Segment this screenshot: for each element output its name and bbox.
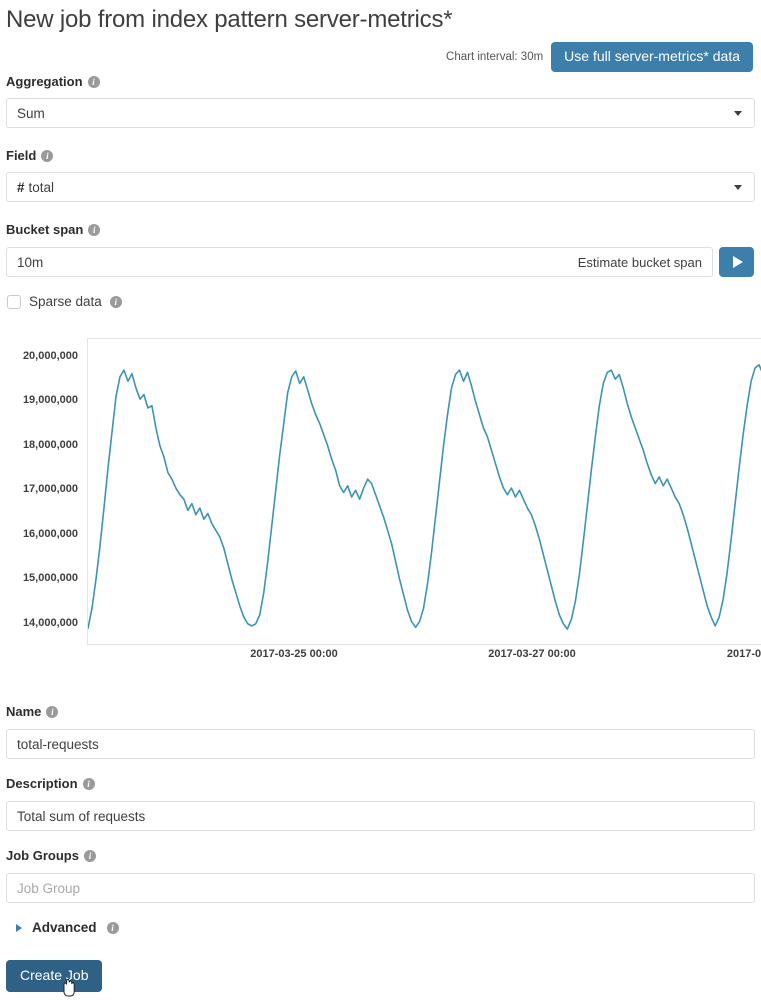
sparse-data-label: Sparse data	[29, 294, 102, 309]
name-value: total-requests	[17, 736, 99, 752]
chart-x-tick: 2017-03-27 00:00	[488, 648, 576, 660]
field-value: # total	[17, 180, 734, 195]
estimate-bucket-span-link[interactable]: Estimate bucket span	[578, 255, 702, 270]
job-groups-label: Job Groups i	[6, 848, 96, 863]
bucket-span-value: 10m	[17, 254, 44, 270]
field-label-text: Field	[6, 148, 37, 163]
new-job-page: New job from index pattern server-metric…	[0, 0, 761, 1000]
field-label: Field i	[6, 148, 54, 163]
create-job-button[interactable]: Create Job	[6, 960, 103, 992]
job-groups-placeholder: Job Group	[17, 880, 81, 896]
bucket-span-label: Bucket span i	[6, 222, 101, 237]
info-icon[interactable]: i	[106, 921, 119, 934]
number-field-icon: #	[17, 179, 25, 195]
description-input[interactable]: Total sum of requests	[6, 801, 755, 831]
job-groups-input[interactable]: Job Group	[6, 873, 755, 903]
use-full-data-button[interactable]: Use full server-metrics* data	[551, 42, 753, 72]
description-label-text: Description	[6, 776, 78, 791]
sparse-data-checkbox[interactable]	[7, 294, 21, 309]
chart-x-tick: 2017-03-25 00:00	[250, 648, 338, 660]
chart-y-tick: 14,000,000	[22, 616, 78, 629]
name-input[interactable]: total-requests	[6, 729, 755, 759]
sparse-data-row[interactable]: Sparse data i	[7, 294, 122, 309]
name-label: Name i	[6, 704, 59, 719]
field-value-text: total	[28, 179, 55, 195]
chart-x-axis: 2017-03-25 00:00 2017-03-27 00:00 2017-0	[0, 648, 761, 672]
info-icon[interactable]: i	[87, 75, 100, 88]
chart-y-tick: 20,000,000	[22, 349, 78, 362]
chart-y-axis: 14,000,000 15,000,000 16,000,000 17,000,000…	[0, 330, 84, 645]
page-title: New job from index pattern server-metric…	[6, 6, 453, 33]
chart-plot-area	[87, 338, 761, 645]
chart-y-tick: 17,000,000	[22, 483, 78, 496]
chevron-right-icon	[16, 923, 22, 932]
metric-chart: 14,000,000 15,000,000 16,000,000 17,000,000…	[0, 330, 761, 675]
aggregation-label-text: Aggregation	[6, 74, 83, 89]
chart-x-tick: 2017-0	[726, 648, 761, 660]
job-groups-label-text: Job Groups	[6, 848, 79, 863]
aggregation-label: Aggregation i	[6, 74, 100, 89]
bucket-span-input[interactable]: 10m Estimate bucket span	[6, 247, 713, 277]
info-icon[interactable]: i	[109, 295, 122, 308]
chart-y-tick: 19,000,000	[22, 394, 78, 407]
info-icon[interactable]: i	[41, 149, 54, 162]
aggregation-value: Sum	[17, 105, 45, 121]
chart-line-svg	[88, 364, 761, 630]
info-icon[interactable]: i	[83, 849, 96, 862]
info-icon[interactable]: i	[82, 777, 95, 790]
chart-interval-label: Chart interval: 30m	[446, 50, 544, 63]
play-icon	[732, 256, 743, 268]
field-select[interactable]: # total	[6, 172, 755, 202]
chevron-down-icon	[734, 184, 742, 190]
chart-y-tick: 15,000,000	[22, 572, 78, 585]
mouse-cursor-icon	[63, 978, 75, 997]
aggregation-select[interactable]: Sum	[6, 98, 755, 128]
name-label-text: Name	[6, 704, 42, 719]
chart-y-tick: 18,000,000	[22, 438, 78, 451]
advanced-label: Advanced	[32, 920, 97, 935]
advanced-toggle[interactable]: Advanced i	[16, 920, 119, 935]
chevron-down-icon	[734, 110, 742, 116]
chart-interval-row: Chart interval: 30m Use full server-metr…	[446, 42, 753, 72]
description-value: Total sum of requests	[17, 808, 146, 824]
description-label: Description i	[6, 776, 95, 791]
info-icon[interactable]: i	[46, 705, 59, 718]
run-estimate-button[interactable]	[719, 247, 754, 277]
info-icon[interactable]: i	[88, 223, 101, 236]
bucket-span-label-text: Bucket span	[6, 222, 84, 237]
chart-y-tick: 16,000,000	[22, 527, 78, 540]
